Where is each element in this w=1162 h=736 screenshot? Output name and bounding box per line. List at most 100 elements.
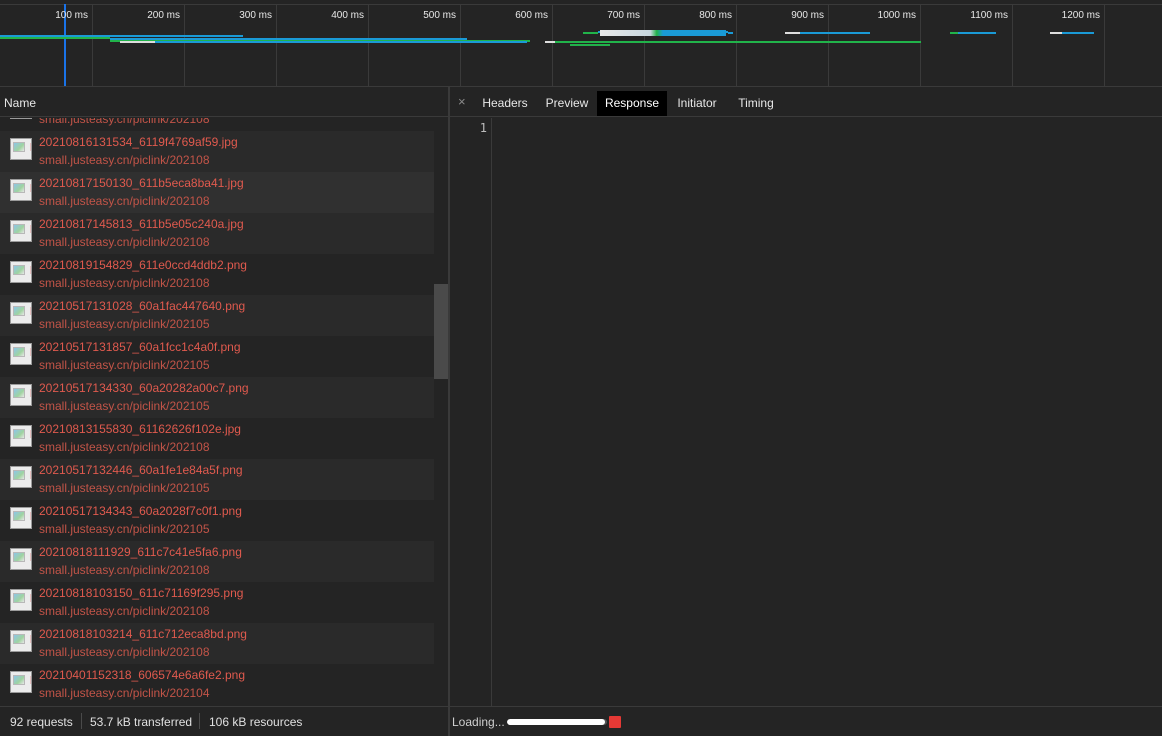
waterfall-bar	[785, 32, 800, 34]
loading-bar: Loading...	[450, 706, 1162, 736]
request-name: 20210818111929_611c7c41e5fa6.png	[39, 545, 242, 559]
request-path: small.justeasy.cn/piclink/202105	[39, 522, 210, 536]
request-row[interactable]: ln 20210819154829_611e0ccd4ddb2.png small.…	[0, 254, 434, 295]
request-row[interactable]: ln 20210517131857_60a1fcc1c4a0f.png small.…	[0, 336, 434, 377]
thumb-alt-text: ln	[30, 593, 31, 605]
request-name: 20210517132446_60a1fe1e84a5f.png	[39, 463, 243, 477]
waterfall-bar	[800, 32, 870, 34]
summary-separator	[199, 713, 200, 729]
broken-image-icon: ln	[10, 630, 32, 652]
request-row[interactable]: ln 20210517131028_60a1fac447640.png small.…	[0, 295, 434, 336]
detail-tabbar: × Headers Preview Response Initiator Tim…	[450, 87, 1162, 117]
loading-progress-fill	[507, 719, 605, 725]
tab-timing[interactable]: Timing	[730, 91, 782, 116]
request-row[interactable]: ln 20210401152318_606574e6a6fe2.png small.…	[0, 664, 434, 705]
timeline-tick-label: 200 ms	[147, 10, 180, 21]
request-name: 20210818103150_611c71169f295.png	[39, 586, 244, 600]
request-path: small.justeasy.cn/piclink/202108	[39, 194, 210, 208]
request-path: small.justeasy.cn/piclink/202104	[39, 686, 210, 700]
broken-image-icon: ln	[10, 261, 32, 283]
request-name: 20210813155830_61162626f102e.jpg	[39, 422, 241, 436]
broken-image-icon: ln	[10, 507, 32, 529]
response-editor[interactable]: 1	[450, 118, 1162, 707]
request-path: small.justeasy.cn/piclink/202108	[39, 645, 210, 659]
timeline-tick-label: 500 ms	[423, 10, 456, 21]
request-row[interactable]: ln 20210816131534_6119f4769af59.jpg small.…	[0, 131, 434, 172]
detail-pane: × Headers Preview Response Initiator Tim…	[450, 87, 1162, 736]
timeline-tick	[1012, 4, 1013, 86]
request-name: 20210517134343_60a2028f7c0f1.png	[39, 504, 242, 518]
requests-count: 92 requests	[10, 715, 73, 729]
thumb-alt-text: ln	[30, 470, 31, 482]
timeline-tick	[736, 4, 737, 86]
scrollbar-thumb[interactable]	[434, 284, 448, 379]
request-name: 20210819154829_611e0ccd4ddb2.png	[39, 258, 247, 272]
request-row[interactable]: ln 20210818103214_611c712eca8bd.png small.…	[0, 623, 434, 664]
timeline-tick	[552, 4, 553, 86]
request-name: 20210818103214_611c712eca8bd.png	[39, 627, 247, 641]
thumb-alt-text: ln	[30, 347, 31, 359]
waterfall-bar	[0, 37, 110, 39]
waterfall-bar	[583, 32, 598, 34]
stop-icon[interactable]	[609, 716, 621, 728]
waterfall-bar	[728, 32, 733, 34]
timeline-tick-label: 700 ms	[607, 10, 640, 21]
resources-size: 106 kB resources	[209, 715, 303, 729]
thumb-alt-text: ln	[30, 388, 31, 400]
thumb-alt-text: ln	[30, 265, 31, 277]
tab-label: Preview	[545, 96, 589, 110]
timeline-tick	[460, 4, 461, 86]
request-row[interactable]: ln small.justeasy.cn/piclink/202108	[0, 118, 434, 131]
waterfall-bar	[545, 41, 555, 43]
timeline-tick	[184, 4, 185, 86]
request-path: small.justeasy.cn/piclink/202105	[39, 399, 210, 413]
scrollbar-track[interactable]	[434, 118, 448, 706]
request-row[interactable]: ln 20210813155830_61162626f102e.jpg small.…	[0, 418, 434, 459]
request-path: small.justeasy.cn/piclink/202105	[39, 358, 210, 372]
timeline-tick	[1104, 4, 1105, 86]
request-row[interactable]: ln 20210817150130_611b5eca8ba41.jpg small.…	[0, 172, 434, 213]
request-path: small.justeasy.cn/piclink/202108	[39, 276, 210, 290]
request-name: 20210817150130_611b5eca8ba41.jpg	[39, 176, 244, 190]
loading-label: Loading...	[452, 715, 505, 729]
request-row[interactable]: ln 20210517134343_60a2028f7c0f1.png small.…	[0, 500, 434, 541]
request-row[interactable]: ln 20210818111929_611c7c41e5fa6.png small.…	[0, 541, 434, 582]
waterfall-bar	[1050, 32, 1062, 34]
transferred-size: 53.7 kB transferred	[90, 715, 193, 729]
summary-bar: 92 requests 53.7 kB transferred 106 kB r…	[0, 706, 448, 736]
line-gutter: 1	[450, 118, 492, 707]
broken-image-icon: ln	[10, 671, 32, 693]
tab-label: Response	[604, 96, 660, 110]
tab-label: Timing	[738, 96, 774, 110]
timeline-overview[interactable]: 100 ms 200 ms 300 ms 400 ms 500 ms 600 ms 700 …	[0, 0, 1162, 87]
request-name: 20210816131534_6119f4769af59.jpg	[39, 135, 238, 149]
tab-label: Headers	[482, 96, 528, 110]
thumb-alt-text: ln	[30, 142, 31, 154]
timeline-tick-label: 300 ms	[239, 10, 272, 21]
request-row[interactable]: ln 20210517134330_60a20282a00c7.png small.…	[0, 377, 434, 418]
name-column-header[interactable]: Name	[0, 87, 448, 117]
tab-response[interactable]: Response	[597, 91, 667, 116]
thumb-alt-text: ln	[30, 511, 31, 523]
request-row[interactable]: ln 20210517132446_60a1fe1e84a5f.png small.…	[0, 459, 434, 500]
tab-preview[interactable]: Preview	[538, 91, 596, 116]
broken-image-icon: ln	[10, 343, 32, 365]
thumb-alt-text: ln	[30, 634, 31, 646]
broken-image-icon: ln	[10, 118, 32, 119]
request-row[interactable]: ln 20210817145813_611b5e05c240a.jpg small.…	[0, 213, 434, 254]
waterfall-bar	[570, 44, 610, 46]
close-icon[interactable]: ×	[458, 94, 466, 109]
request-row[interactable]: ln 20210818103150_611c71169f295.png small.…	[0, 582, 434, 623]
request-path: small.justeasy.cn/piclink/202108	[39, 563, 210, 577]
waterfall-bar	[1062, 32, 1094, 34]
tab-headers[interactable]: Headers	[476, 91, 534, 116]
tab-label: Initiator	[677, 96, 717, 110]
timeline-tick-label: 900 ms	[791, 10, 824, 21]
request-path: small.justeasy.cn/piclink/202108	[39, 604, 210, 618]
request-list-pane: Name lnsmall.justeasy.cn/piclink/202108l…	[0, 87, 448, 706]
waterfall-bar	[555, 41, 921, 43]
timeline-tick-label: 1100 ms	[970, 10, 1008, 21]
timeline-tick-label: 100 ms	[55, 10, 88, 21]
thumb-alt-text: ln	[30, 306, 31, 318]
tab-initiator[interactable]: Initiator	[669, 91, 725, 116]
